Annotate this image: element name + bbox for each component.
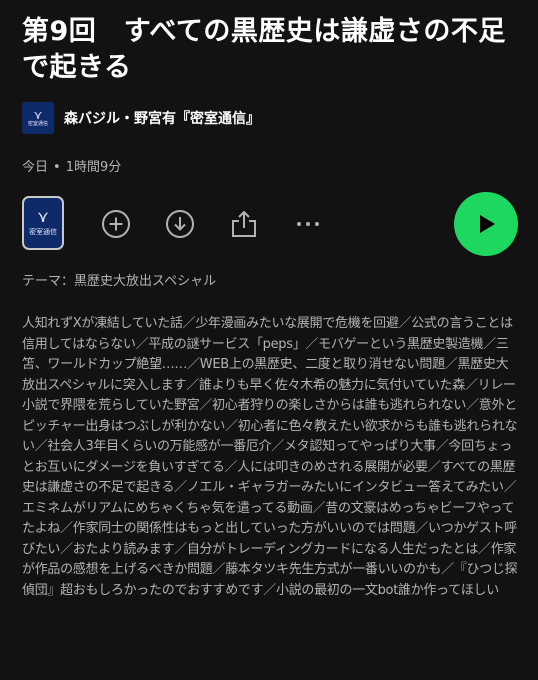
plus-circle-icon bbox=[102, 210, 130, 238]
episode-theme: テーマ：黒歴史大放出スペシャル bbox=[22, 274, 217, 289]
episode-date: 今日 bbox=[22, 160, 49, 175]
play-icon bbox=[480, 215, 495, 233]
download-circle-icon bbox=[166, 210, 194, 238]
show-thumbnail-text: 密室通信 bbox=[27, 120, 48, 127]
show-link[interactable]: ⋎ 密室通信 森バジル・野宮有『密室通信』 bbox=[22, 102, 260, 134]
show-thumbnail: ⋎ 密室通信 bbox=[22, 102, 54, 134]
share-button[interactable] bbox=[228, 208, 260, 240]
share-icon bbox=[232, 210, 256, 237]
episode-title: 第9回 すべての黒歴史は謙虚さの不足で起きる bbox=[22, 16, 506, 83]
more-icon bbox=[297, 222, 319, 226]
antenna-icon: ⋎ bbox=[33, 107, 43, 122]
meta-separator: • bbox=[53, 160, 61, 175]
episode-cover-text: 密室通信 bbox=[29, 228, 57, 236]
episode-cover[interactable]: ⋎ 密室通信 bbox=[22, 196, 64, 250]
antenna-icon: ⋎ bbox=[37, 207, 49, 226]
episode-description: 人知れずXが凍結していた話／少年漫画みたいな展開で危機を回避／公式の言うことは信… bbox=[22, 316, 518, 598]
show-name[interactable]: 森バジル・野宮有『密室通信』 bbox=[64, 108, 260, 128]
episode-duration: 1時間9分 bbox=[65, 160, 122, 175]
episode-controls: ⋎ 密室通信 bbox=[22, 192, 518, 256]
add-button[interactable] bbox=[100, 208, 132, 240]
more-button[interactable] bbox=[292, 208, 324, 240]
episode-meta: 今日 • 1時間9分 bbox=[22, 156, 121, 175]
download-button[interactable] bbox=[164, 208, 196, 240]
play-button[interactable] bbox=[454, 192, 518, 256]
